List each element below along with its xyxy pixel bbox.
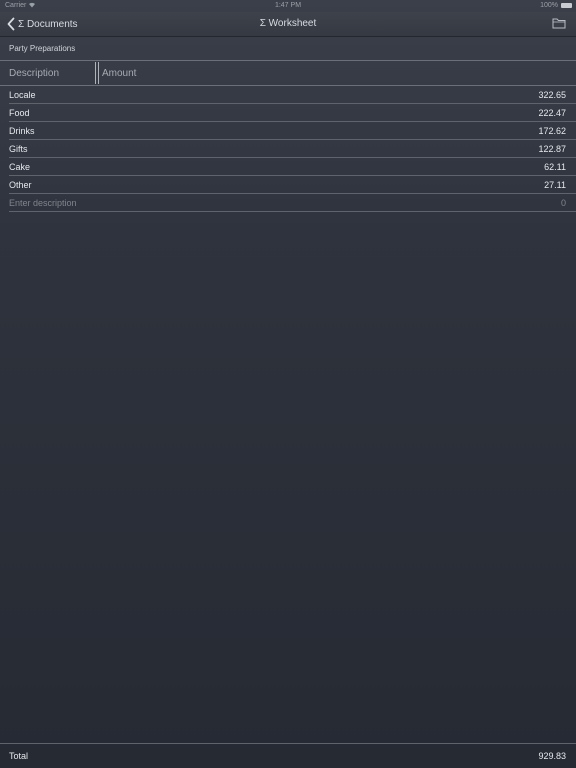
- row-description: Cake: [9, 162, 31, 172]
- amount-column-header: Amount: [102, 68, 137, 79]
- navigation-bar: Σ Documents Σ Worksheet: [0, 12, 576, 37]
- table-row[interactable]: Food 222.47: [0, 104, 576, 122]
- status-bar: Carrier 1:47 PM 100%: [0, 0, 576, 12]
- total-bar: Total 929.83: [0, 743, 576, 768]
- row-amount: 222.47: [538, 108, 566, 118]
- page-title: Σ Worksheet: [259, 18, 317, 29]
- row-amount: 322.65: [538, 90, 566, 100]
- table-row[interactable]: Drinks 172.62: [0, 122, 576, 140]
- amount-input[interactable]: 0: [561, 198, 566, 208]
- total-value: 929.83: [538, 751, 566, 761]
- row-amount: 122.87: [538, 144, 566, 154]
- column-resize-handle[interactable]: [95, 62, 99, 84]
- clock: 1:47 PM: [274, 2, 302, 9]
- row-amount: 62.11: [544, 162, 566, 172]
- row-description: Locale: [9, 90, 36, 100]
- row-description: Drinks: [9, 126, 35, 136]
- total-label: Total: [9, 751, 29, 761]
- row-description: Food: [9, 108, 30, 118]
- section-divider: [0, 60, 576, 61]
- table-row[interactable]: Other 27.11: [0, 176, 576, 194]
- row-description: Other: [9, 180, 32, 190]
- battery-icon: [561, 3, 572, 8]
- column-header-row: Description Amount: [0, 62, 576, 85]
- row-amount: 172.62: [538, 126, 566, 136]
- row-description: Gifts: [9, 144, 28, 154]
- worksheet-name: Party Preparations: [9, 44, 76, 53]
- table-row[interactable]: Locale 322.65: [0, 86, 576, 104]
- description-input-placeholder[interactable]: Enter description: [9, 198, 77, 208]
- table-row[interactable]: Cake 62.11: [0, 158, 576, 176]
- description-column-header: Description: [9, 68, 60, 79]
- battery-percentage: 100%: [540, 2, 558, 9]
- folder-icon[interactable]: [552, 17, 566, 29]
- row-amount: 27.11: [544, 180, 566, 190]
- new-entry-row[interactable]: Enter description 0: [0, 194, 576, 212]
- row-divider: [9, 211, 576, 212]
- table-row[interactable]: Gifts 122.87: [0, 140, 576, 158]
